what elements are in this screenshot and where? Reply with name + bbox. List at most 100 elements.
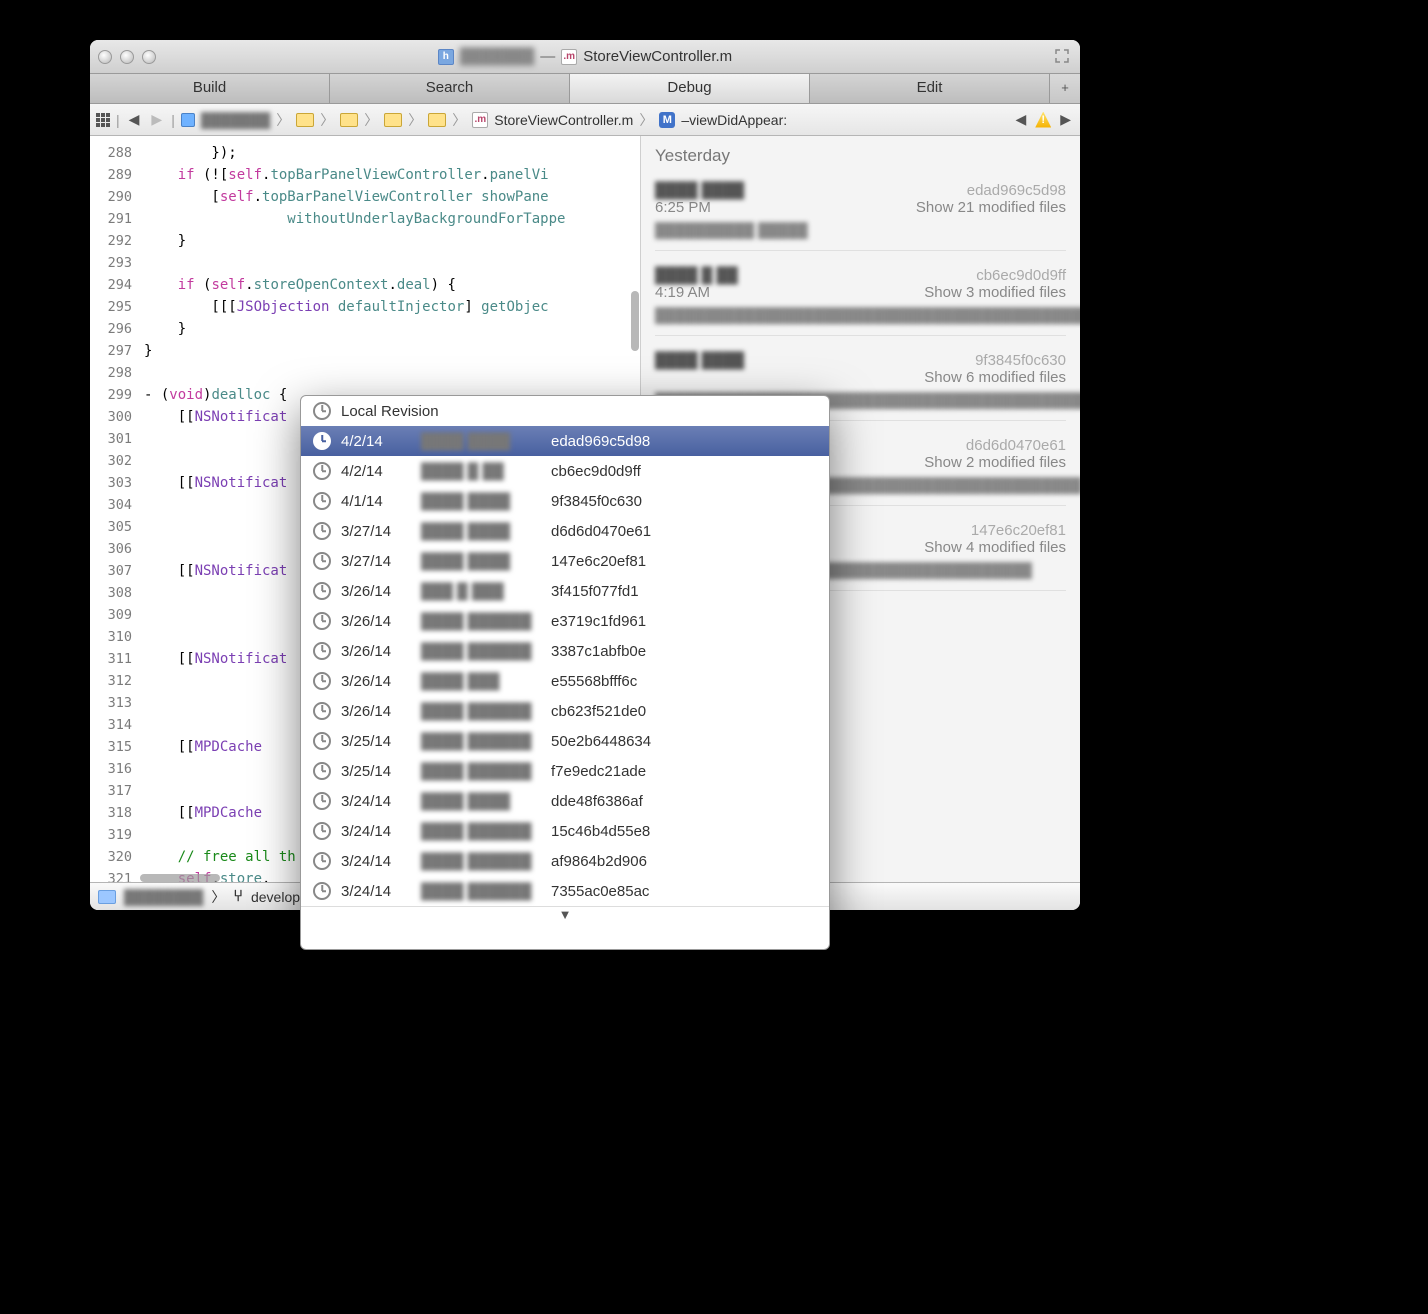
commit-hash: 147e6c20ef81 [971, 522, 1066, 539]
revision-row[interactable]: 4/2/14 ████ █ ██ cb6ec9d0d9ff [301, 456, 829, 486]
line-number: 308 [90, 582, 132, 604]
clock-icon [313, 642, 331, 660]
revision-row[interactable]: 3/24/14 ████ ████ dde48f6386af [301, 786, 829, 816]
commit-files-link[interactable]: Show 4 modified files [924, 539, 1066, 556]
revision-row[interactable]: 3/26/14 ████ ███ e55568bfff6c [301, 666, 829, 696]
revision-hash: e55568bfff6c [551, 673, 637, 690]
revision-row[interactable]: 3/26/14 ███ █ ███ 3f415f077fd1 [301, 576, 829, 606]
revision-date: 3/25/14 [341, 763, 411, 780]
revision-row[interactable]: 3/25/14 ████ ██████ f7e9edc21ade [301, 756, 829, 786]
minimize-button[interactable] [120, 50, 134, 64]
nav-forward-button[interactable]: ▶ [148, 111, 165, 128]
revision-row[interactable]: 3/25/14 ████ ██████ 50e2b6448634 [301, 726, 829, 756]
file-icon: .m [561, 49, 577, 65]
commit-files-link[interactable]: Show 6 modified files [924, 369, 1066, 386]
line-number: 309 [90, 604, 132, 626]
revision-hash: dde48f6386af [551, 793, 643, 810]
revision-author: ████ ██████ [421, 883, 541, 900]
line-number: 299 [90, 384, 132, 406]
folder-icon [428, 113, 446, 127]
scroll-indicator-down[interactable]: ▼ [301, 906, 829, 922]
commit-hash: 9f3845f0c630 [975, 352, 1066, 369]
jump-method[interactable]: –viewDidAppear: [681, 112, 787, 128]
revision-date: 3/24/14 [341, 793, 411, 810]
revision-hash: 147e6c20ef81 [551, 553, 646, 570]
revision-date: 3/27/14 [341, 553, 411, 570]
clock-icon [313, 792, 331, 810]
tab-build[interactable]: Build [90, 74, 330, 103]
line-number: 306 [90, 538, 132, 560]
commit-entry[interactable]: ████ █ ██ cb6ec9d0d9ff 4:19 AM Show 3 mo… [655, 261, 1066, 336]
revision-hash: 3387c1abfb0e [551, 643, 646, 660]
folder-icon [340, 113, 358, 127]
line-number: 300 [90, 406, 132, 428]
revision-row[interactable]: 4/2/14 ████ ████ edad969c5d98 [301, 426, 829, 456]
status-path[interactable]: ████████ [124, 889, 203, 905]
line-number: 303 [90, 472, 132, 494]
commit-author: ████ ████ [655, 182, 744, 199]
revision-date: 3/26/14 [341, 613, 411, 630]
counterpart-forward-button[interactable]: ▶ [1057, 111, 1074, 128]
local-revision-row[interactable]: Local Revision [301, 396, 829, 426]
line-number: 311 [90, 648, 132, 670]
commit-entry[interactable]: ████ ████ edad969c5d98 6:25 PM Show 21 m… [655, 176, 1066, 251]
commit-author: ████ █ ██ [655, 267, 738, 284]
commit-files-link[interactable]: Show 3 modified files [924, 284, 1066, 301]
nav-back-button[interactable]: ◀ [126, 111, 143, 128]
revision-row[interactable]: 3/24/14 ████ ██████ af9864b2d906 [301, 846, 829, 876]
line-number: 302 [90, 450, 132, 472]
clock-icon [313, 882, 331, 900]
revision-author: ████ ████ [421, 793, 541, 810]
revision-date: 3/24/14 [341, 853, 411, 870]
commit-time: 6:25 PM [655, 199, 711, 216]
revision-row[interactable]: 3/27/14 ████ ████ d6d6d0470e61 [301, 516, 829, 546]
jump-project[interactable]: ███████ [201, 112, 270, 128]
horizontal-scrollbar[interactable] [140, 874, 220, 882]
commit-hash: cb6ec9d0d9ff [976, 267, 1066, 284]
revision-row[interactable]: 3/26/14 ████ ██████ e3719c1fd961 [301, 606, 829, 636]
close-button[interactable] [98, 50, 112, 64]
revision-row[interactable]: 3/24/14 ████ ██████ 15c46b4d55e8 [301, 816, 829, 846]
revision-date: 3/24/14 [341, 823, 411, 840]
add-tab-button[interactable]: + [1050, 74, 1080, 103]
titlebar: h ███████ — .m StoreViewController.m [90, 40, 1080, 74]
revision-author: ████ ███ [421, 673, 541, 690]
revision-row[interactable]: 4/1/14 ████ ████ 9f3845f0c630 [301, 486, 829, 516]
revision-row[interactable]: 3/27/14 ████ ████ 147e6c20ef81 [301, 546, 829, 576]
line-number: 307 [90, 560, 132, 582]
line-number: 301 [90, 428, 132, 450]
vertical-scrollbar[interactable] [631, 291, 639, 351]
commit-files-link[interactable]: Show 21 modified files [916, 199, 1066, 216]
tab-search[interactable]: Search [330, 74, 570, 103]
clock-icon [313, 402, 331, 420]
revision-hash: 7355ac0e85ac [551, 883, 649, 900]
line-number: 293 [90, 252, 132, 274]
revision-hash: edad969c5d98 [551, 433, 650, 450]
revision-row[interactable]: 3/26/14 ████ ██████ cb623f521de0 [301, 696, 829, 726]
clock-icon [313, 762, 331, 780]
related-items-icon[interactable] [96, 113, 110, 127]
warning-icon[interactable]: ! [1035, 112, 1051, 128]
clock-icon [313, 702, 331, 720]
revision-hash: e3719c1fd961 [551, 613, 646, 630]
commit-hash: d6d6d0470e61 [966, 437, 1066, 454]
line-number: 291 [90, 208, 132, 230]
folder-icon [384, 113, 402, 127]
status-branch[interactable]: develop [251, 889, 300, 905]
revision-row[interactable]: 3/26/14 ████ ██████ 3387c1abfb0e [301, 636, 829, 666]
method-icon: M [659, 112, 675, 128]
revision-selector-popup[interactable]: Local Revision 4/2/14 ████ ████ edad969c… [300, 395, 830, 950]
file-icon-small: .m [472, 112, 488, 128]
tab-edit[interactable]: Edit [810, 74, 1050, 103]
tab-debug[interactable]: Debug [570, 74, 810, 103]
jump-file[interactable]: StoreViewController.m [494, 112, 633, 128]
revision-author: ████ ████ [421, 523, 541, 540]
commit-files-link[interactable]: Show 2 modified files [924, 454, 1066, 471]
line-number: 314 [90, 714, 132, 736]
project-folder-icon[interactable] [98, 890, 116, 904]
zoom-button[interactable] [142, 50, 156, 64]
revision-date: 3/24/14 [341, 883, 411, 900]
revision-row[interactable]: 3/24/14 ████ ██████ 7355ac0e85ac [301, 876, 829, 906]
fullscreen-icon[interactable] [1054, 48, 1070, 64]
counterpart-back-button[interactable]: ◀ [1012, 111, 1029, 128]
